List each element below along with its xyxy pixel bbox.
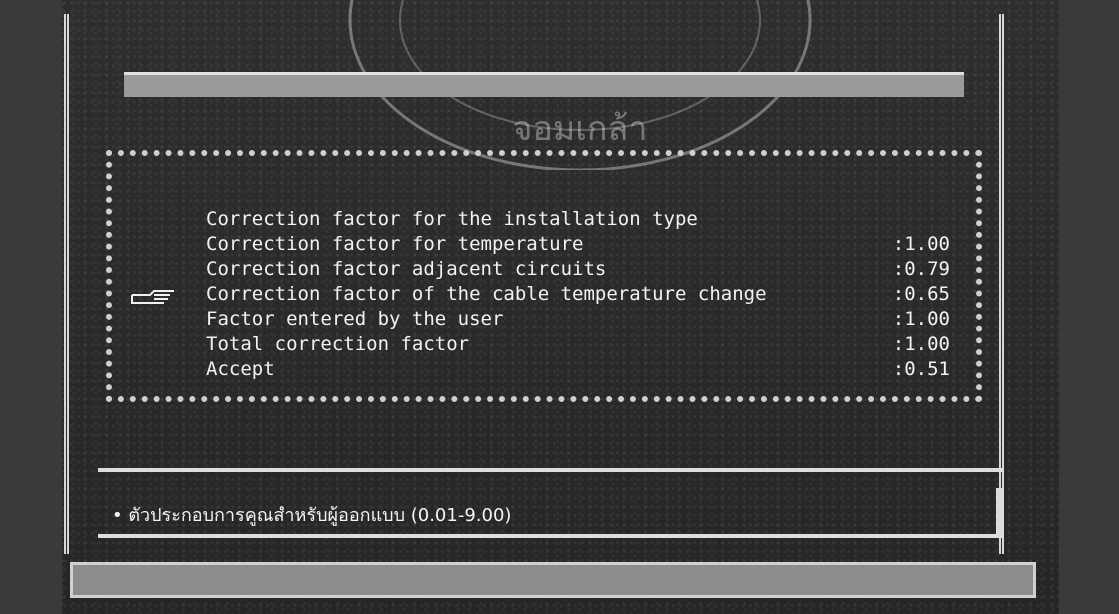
- correction-factor-menu: Correction factor for the installation t…: [206, 182, 956, 380]
- pointing-hand-icon: [130, 287, 178, 307]
- menu-row-adjacent-circuits[interactable]: Correction factor adjacent circuits :0.6…: [206, 232, 956, 305]
- row-value: :0.51: [892, 358, 950, 380]
- menu-row-installation-type[interactable]: Correction factor for the installation t…: [206, 182, 956, 255]
- menu-row-user-factor[interactable]: Factor entered by the user :1.00: [206, 282, 956, 355]
- separator-bottom: [98, 534, 1004, 538]
- screen-edge-left: [0, 0, 62, 614]
- dialog-title-bar: [124, 72, 964, 97]
- hint-text: • ตัวประกอบการคูณสำหรับผู้ออกแบบ (0.01-9…: [112, 505, 512, 526]
- row-label: Accept: [206, 358, 275, 380]
- menu-row-cable-temperature-change[interactable]: Correction factor of the cable temperatu…: [206, 257, 956, 330]
- function-key-status-bar: [70, 562, 1036, 598]
- menu-row-temperature[interactable]: Correction factor for temperature :0.79: [206, 207, 956, 280]
- menu-row-total-factor[interactable]: Total correction factor :0.51: [206, 307, 956, 380]
- accept-button[interactable]: Accept: [206, 332, 956, 380]
- separator-top: [98, 468, 1004, 472]
- screen-edge-right: [1059, 0, 1119, 614]
